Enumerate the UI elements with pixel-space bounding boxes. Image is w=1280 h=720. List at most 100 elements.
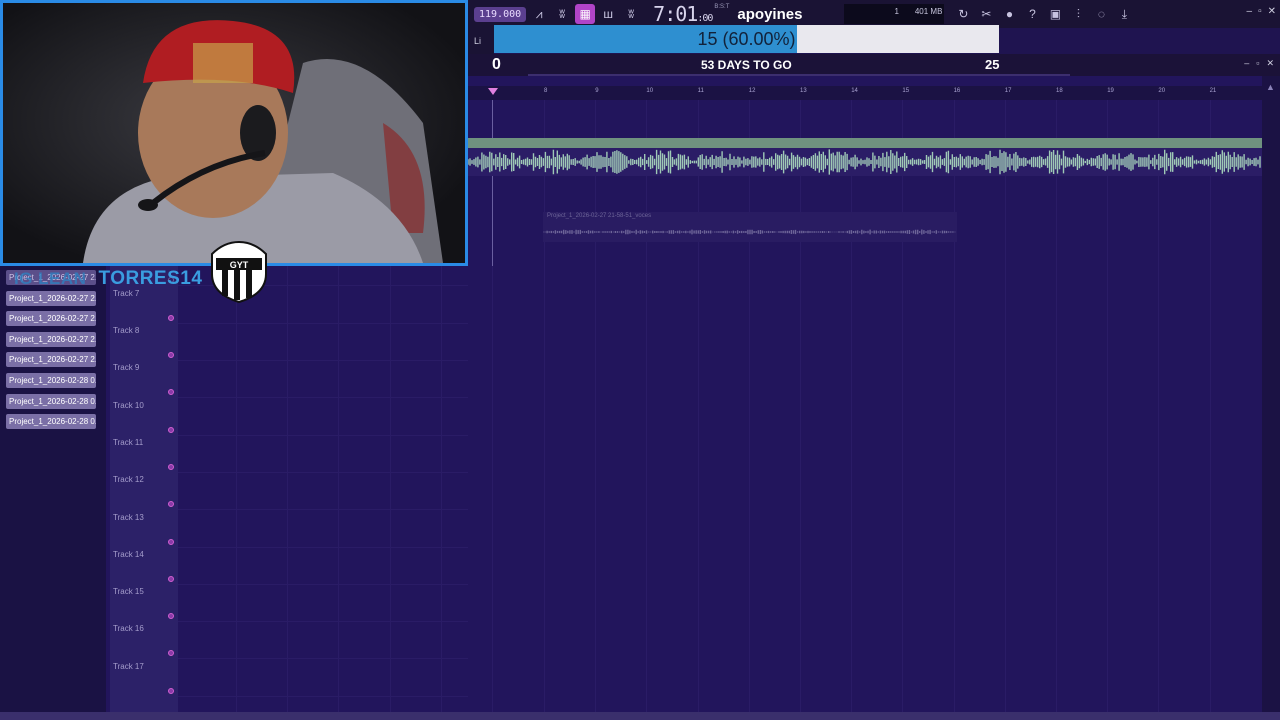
grid-line (748, 100, 750, 720)
track-mute-icon[interactable] (168, 352, 174, 358)
track-mute-icon[interactable] (168, 613, 174, 620)
browser-item[interactable]: Project_1_2026-02-28 0... (6, 393, 96, 409)
browser-item[interactable]: Project_1_2026-02-28 0... (6, 373, 96, 388)
minimize-icon[interactable]: – (1247, 6, 1253, 17)
grid-line (800, 100, 801, 720)
loop-icon[interactable]: ʬ (621, 4, 641, 24)
metronome-icon[interactable]: ⩘ (529, 4, 549, 24)
help-icon[interactable]: ? (1022, 4, 1042, 24)
browser-item[interactable]: Project_1_2026-02-27 2... (6, 311, 96, 327)
maximize-icon[interactable]: ▫ (1256, 58, 1259, 69)
grid-line (338, 266, 340, 720)
ruler-tick: 17 (1004, 88, 1012, 94)
minimize-icon[interactable]: – (1244, 58, 1249, 69)
save-icon[interactable]: ▣ (1045, 4, 1065, 24)
time-main: 7:01 (653, 2, 698, 26)
track-mute-icon[interactable] (168, 538, 174, 545)
track-divider (178, 471, 468, 473)
clip-header[interactable] (468, 138, 1262, 148)
track-divider (178, 695, 468, 697)
ruler-tick: 16 (953, 88, 961, 94)
ruler-tick: 9 (595, 88, 599, 94)
download-icon[interactable]: ⤓ (1114, 4, 1134, 24)
playhead-marker-icon[interactable] (488, 88, 498, 95)
maximize-icon[interactable]: ▫ (1258, 6, 1262, 17)
track-name[interactable]: Track 15 (113, 587, 144, 596)
ruler-tick: 19 (1107, 88, 1114, 94)
grid-line (236, 266, 237, 720)
browser-item[interactable]: Project_1_2026-02-27 2... (6, 290, 96, 306)
track-name[interactable]: Track 14 (113, 550, 144, 559)
club-badge-logo: GYT (211, 240, 267, 304)
ruler-tick: 10 (646, 88, 654, 94)
track-mute-icon[interactable] (168, 650, 174, 657)
playlist-area[interactable]: 8 9 10 11 12 13 14 15 16 17 18 19 20 21 Project_1_202… (468, 76, 1280, 720)
track-mute-icon[interactable] (168, 687, 174, 694)
track-mute-icon[interactable] (168, 575, 174, 582)
mic-icon[interactable]: ● (999, 4, 1019, 24)
grid-line (953, 100, 955, 720)
track-name[interactable]: Track 17 (113, 662, 144, 671)
wait-icon[interactable]: ʬ (552, 4, 572, 24)
track-mute-icon[interactable] (168, 314, 174, 321)
goal-days-remaining: 53 DAYS TO GO (701, 58, 792, 72)
meter-value-2: 401 MB (914, 7, 943, 16)
close-icon[interactable]: ✕ (1266, 58, 1274, 69)
pattern-icon[interactable]: ▦ (575, 4, 596, 24)
ghost-clip[interactable]: Project_1_2026-02-27 21-58-51_voces (543, 212, 957, 242)
ruler-tick: 11 (697, 88, 704, 94)
track-name[interactable]: Track 13 (113, 513, 144, 522)
bottom-strip (0, 712, 1280, 720)
file-browser: Project_1_2026-02-27 2... Project_1_2026-… (0, 266, 106, 720)
track-divider (178, 434, 468, 436)
timeline-ruler[interactable]: 8 9 10 11 12 13 14 15 16 17 18 19 20 21 (468, 86, 1262, 100)
track-name[interactable]: Track 7 (113, 289, 139, 298)
streamer-prefix: IG LEAN (14, 269, 87, 288)
goal-progress-bar: 15 (60.00%) (494, 25, 999, 53)
track-mute-icon[interactable] (168, 389, 174, 396)
grid-line (851, 100, 853, 720)
playlist-scrollbar[interactable]: ▲ (1262, 76, 1280, 720)
scroll-up-icon[interactable]: ▲ (1266, 82, 1275, 92)
track-name[interactable]: Track 8 (113, 326, 139, 335)
playlist-window-controls: – ▫ ✕ (1244, 58, 1274, 69)
goal-progress-text: 15 (60.00%) (697, 29, 796, 49)
browser-item[interactable]: Project_1_2026-02-27 2... (6, 352, 96, 368)
track-name[interactable]: Track 16 (113, 624, 144, 633)
clip-waveform (468, 149, 1261, 175)
track-divider (178, 658, 468, 660)
grid-line (440, 266, 442, 720)
browser-item[interactable]: Project_1_2026-02-28 0... (6, 414, 96, 430)
step-icon[interactable]: ш (598, 4, 618, 24)
track-mute-icon[interactable] (168, 501, 174, 508)
track-headers: Track 6Track 7Track 8Track 9Track 10Trac… (110, 251, 178, 720)
track-name[interactable]: Track 9 (113, 363, 139, 372)
close-icon[interactable]: ✕ (1268, 6, 1276, 17)
grid-line (287, 266, 289, 720)
browser-item[interactable]: Project_1_2026-02-27 2... (6, 331, 96, 347)
ghost-clip-label: Project_1_2026-02-27 21-58-51_voces (547, 213, 652, 219)
track-name[interactable]: Track 10 (113, 401, 144, 410)
cut-icon[interactable]: ✂ (976, 4, 996, 24)
grid-line (1107, 100, 1109, 720)
goal-info-row: 0 53 DAYS TO GO 25 – ▫ ✕ (468, 54, 1280, 76)
ruler-tick: 15 (902, 88, 910, 94)
track-mute-icon[interactable] (168, 463, 174, 470)
ruler-tick: 14 (851, 88, 858, 94)
webcam-frame (0, 0, 468, 266)
mixer-icon[interactable]: ⫶ (1068, 4, 1088, 24)
chat-icon[interactable]: ◌ (1091, 4, 1111, 24)
track-name[interactable]: Track 11 (113, 438, 143, 447)
undo-icon[interactable]: ↻ (953, 4, 973, 24)
grid-line (492, 266, 493, 720)
grid-line (1004, 100, 1006, 720)
track-name[interactable]: Track 12 (113, 475, 144, 484)
grid-line (389, 266, 391, 720)
ruler-tick: 12 (748, 88, 756, 94)
track-mute-icon[interactable] (168, 426, 174, 433)
tempo-display[interactable]: 119.000 (474, 6, 527, 22)
audio-clip[interactable] (468, 138, 1262, 176)
grid-line (1056, 100, 1057, 720)
daw-toolbar: 119.000 ⩘ ʬ ▦ ш ʬ 7:01:00 B:S:T apoyines… (468, 0, 1280, 28)
badge-text: GYT (230, 260, 249, 270)
